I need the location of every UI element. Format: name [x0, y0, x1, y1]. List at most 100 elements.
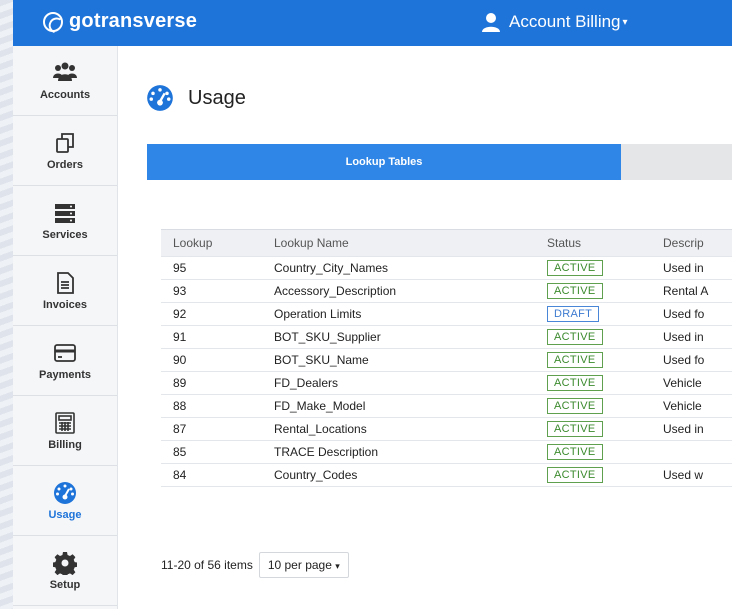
table-row[interactable]: 88 FD_Make_Model ACTIVE Vehicle	[161, 395, 732, 418]
cell-lookup-id: 91	[173, 330, 187, 344]
table-row[interactable]: 92 Operation Limits DRAFT Used fo	[161, 303, 732, 326]
invoice-icon	[57, 271, 74, 294]
cell-description: Used in	[663, 261, 704, 275]
cell-description: Used w	[663, 468, 704, 482]
cell-lookup-name[interactable]: FD_Make_Model	[274, 399, 547, 413]
main-content: Usage Lookup Tables Lookup Lookup Name S…	[118, 46, 732, 609]
column-header-status[interactable]: Status	[547, 236, 663, 250]
cell-lookup-id: 95	[173, 261, 187, 275]
table-row[interactable]: 84 Country_Codes ACTIVE Used w	[161, 464, 732, 487]
status-badge: DRAFT	[547, 306, 600, 322]
services-icon	[55, 203, 75, 223]
lookup-table: Lookup Lookup Name Status Descrip 95 Coun…	[161, 229, 732, 487]
cell-lookup-name[interactable]: Country_City_Names	[274, 261, 547, 275]
cell-status: ACTIVE	[547, 329, 663, 345]
table-row[interactable]: 93 Accessory_Description ACTIVE Rental A	[161, 280, 732, 303]
cell-status: ACTIVE	[547, 444, 663, 460]
cell-description: Used fo	[663, 307, 705, 321]
status-badge: ACTIVE	[547, 444, 603, 460]
credit-card-icon	[54, 343, 76, 362]
sidebar-item-label: Payments	[39, 368, 91, 381]
status-badge: ACTIVE	[547, 467, 603, 483]
orders-icon	[56, 132, 74, 153]
account-menu-label: Account Billing	[509, 12, 621, 31]
column-header-lookup[interactable]: Lookup	[161, 236, 274, 250]
status-badge: ACTIVE	[547, 421, 603, 437]
cell-lookup-name[interactable]: BOT_SKU_Supplier	[274, 330, 547, 344]
pagination: 11-20 of 56 items 10 per page ▾	[161, 552, 349, 578]
pagination-summary: 11-20 of 56 items	[161, 558, 253, 572]
cell-lookup-name[interactable]: BOT_SKU_Name	[274, 353, 547, 367]
column-header-description[interactable]: Descrip	[663, 236, 732, 250]
table-row[interactable]: 87 Rental_Locations ACTIVE Used in	[161, 418, 732, 441]
cell-description: Vehicle	[663, 376, 702, 390]
cell-lookup-id: 92	[173, 307, 187, 321]
table-row[interactable]: 89 FD_Dealers ACTIVE Vehicle	[161, 372, 732, 395]
user-icon	[482, 13, 500, 32]
cell-description: Used fo	[663, 353, 705, 367]
cell-description: Used in	[663, 422, 704, 436]
sidebar-item-label: Orders	[46, 158, 84, 171]
table-row[interactable]: 90 BOT_SKU_Name ACTIVE Used fo	[161, 349, 732, 372]
cell-lookup-name[interactable]: FD_Dealers	[274, 376, 547, 390]
chevron-down-icon: ▾	[622, 16, 628, 28]
cell-lookup-name[interactable]: Country_Codes	[274, 468, 547, 482]
status-badge: ACTIVE	[547, 398, 603, 414]
users-icon	[53, 62, 77, 81]
sidebar-item-billing[interactable]: Billing	[13, 396, 117, 466]
cell-status: DRAFT	[547, 306, 663, 322]
cell-lookup-id: 87	[173, 422, 187, 436]
cell-description: Used in	[663, 330, 704, 344]
brand-logo[interactable]: gotransverse	[43, 10, 197, 33]
sidebar-item-label: Usage	[48, 508, 82, 521]
sidebar-item-invoices[interactable]: Invoices	[13, 256, 117, 326]
cell-lookup-id: 89	[173, 376, 187, 390]
sidebar-item-services[interactable]: Services	[13, 186, 117, 256]
top-bar: gotransverse Account Billing ▾	[13, 0, 732, 46]
table-row[interactable]: 91 BOT_SKU_Supplier ACTIVE Used in	[161, 326, 732, 349]
sidebar-item-setup[interactable]: Setup	[13, 536, 117, 606]
account-menu[interactable]: Account Billing ▾	[481, 12, 628, 32]
cell-status: ACTIVE	[547, 352, 663, 368]
sidebar-item-accounts[interactable]: Accounts	[13, 46, 117, 116]
status-badge: ACTIVE	[547, 260, 603, 276]
table-header-row: Lookup Lookup Name Status Descrip	[161, 230, 732, 257]
status-badge: ACTIVE	[547, 352, 603, 368]
cell-lookup-id: 90	[173, 353, 187, 367]
sidebar: Accounts Orders Services Invoices Paymen…	[13, 46, 118, 609]
column-header-lookup-name[interactable]: Lookup Name	[274, 236, 547, 250]
table-row[interactable]: 95 Country_City_Names ACTIVE Used in	[161, 257, 732, 280]
table-row[interactable]: 85 TRACE Description ACTIVE	[161, 441, 732, 464]
page-title: Usage	[188, 86, 246, 109]
chevron-down-icon: ▾	[335, 561, 340, 571]
cell-status: ACTIVE	[547, 283, 663, 299]
cell-lookup-name[interactable]: Rental_Locations	[274, 422, 547, 436]
per-page-label: 10 per page	[267, 558, 332, 572]
cell-lookup-id: 85	[173, 445, 187, 459]
status-badge: ACTIVE	[547, 283, 603, 299]
background-stripes	[0, 0, 14, 609]
tab-other[interactable]	[621, 144, 732, 180]
cell-lookup-id: 84	[173, 468, 187, 482]
sidebar-item-usage[interactable]: Usage	[13, 466, 117, 536]
sidebar-item-payments[interactable]: Payments	[13, 326, 117, 396]
cell-lookup-name[interactable]: Operation Limits	[274, 307, 547, 321]
sidebar-item-label: Setup	[49, 578, 81, 591]
gauge-icon	[54, 481, 76, 504]
sidebar-item-label: Billing	[48, 438, 82, 451]
cell-lookup-id: 93	[173, 284, 187, 298]
gauge-icon	[147, 85, 173, 111]
per-page-select[interactable]: 10 per page ▾	[258, 552, 349, 578]
logo-icon	[43, 11, 63, 32]
cell-description: Vehicle	[663, 399, 702, 413]
calculator-icon	[55, 411, 75, 434]
gear-icon	[53, 551, 77, 575]
tab-bar: Lookup Tables	[147, 144, 732, 180]
cell-description: Rental A	[663, 284, 709, 298]
cell-lookup-name[interactable]: TRACE Description	[274, 445, 547, 459]
status-badge: ACTIVE	[547, 329, 603, 345]
cell-lookup-name[interactable]: Accessory_Description	[274, 284, 547, 298]
sidebar-item-orders[interactable]: Orders	[13, 116, 117, 186]
cell-status: ACTIVE	[547, 398, 663, 414]
tab-lookup-tables[interactable]: Lookup Tables	[147, 144, 621, 180]
